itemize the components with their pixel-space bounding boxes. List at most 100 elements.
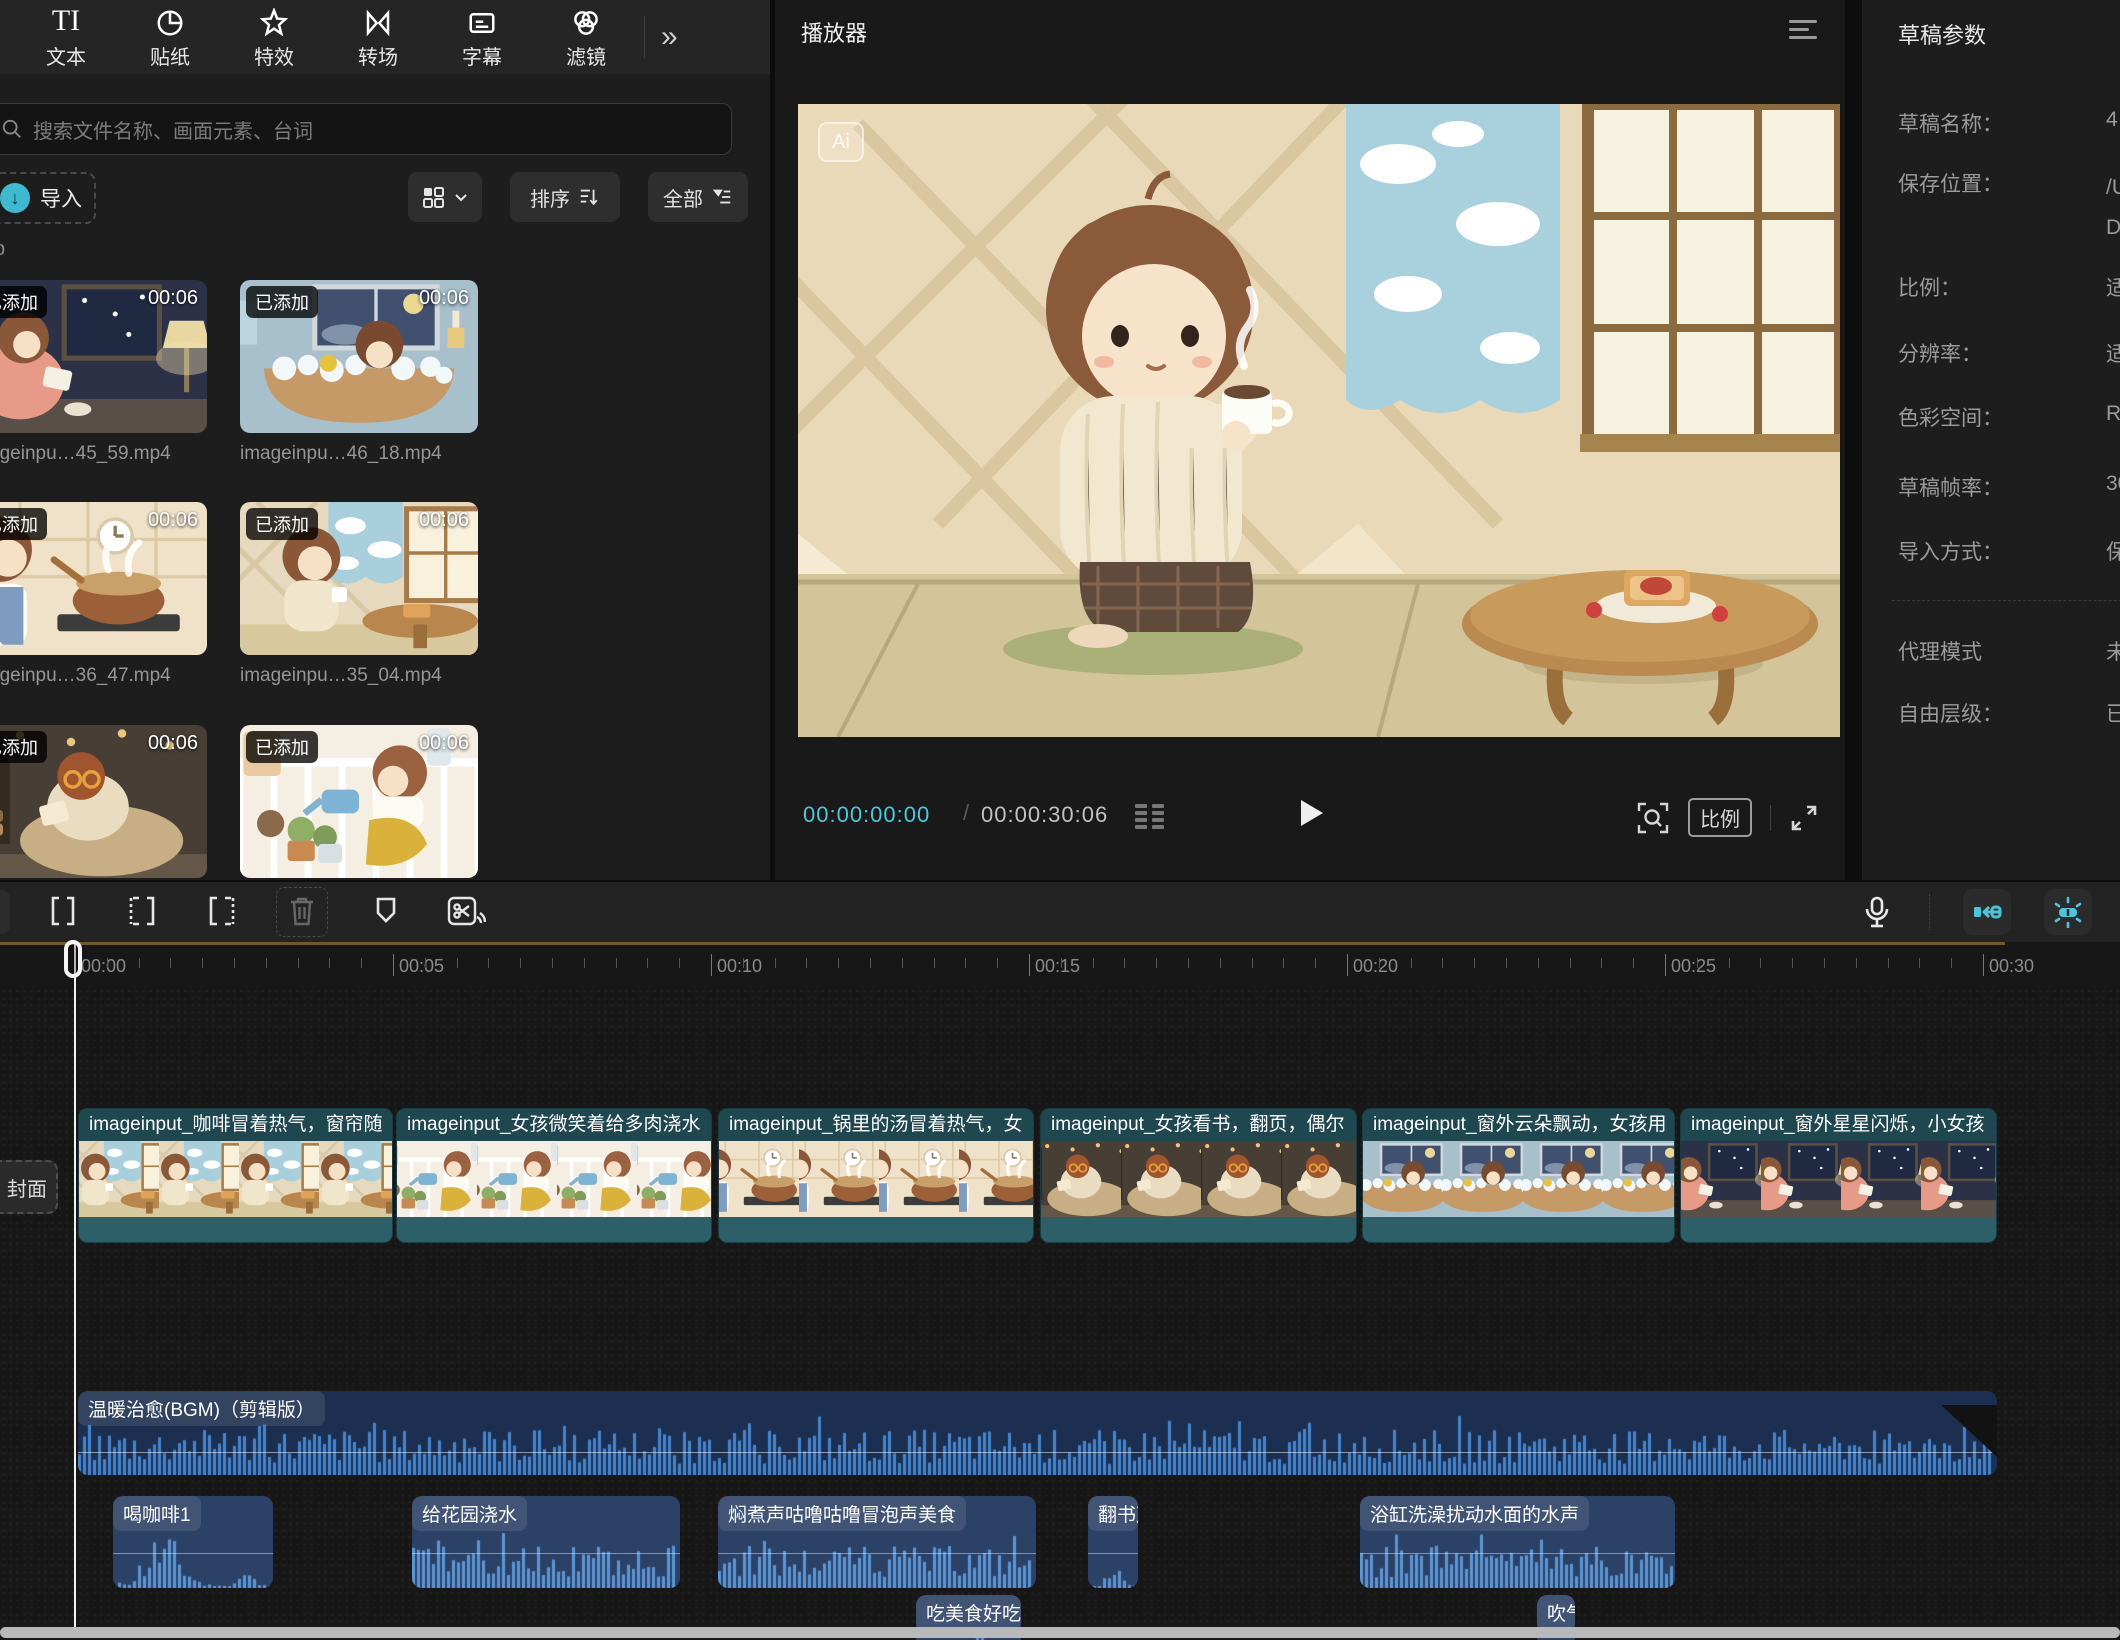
tab-filter[interactable]: 滤镜 bbox=[534, 4, 638, 70]
import-button[interactable]: ↓ 导入 bbox=[0, 172, 96, 224]
param-row: 保存位置：/U D bbox=[1898, 168, 2120, 198]
sfx-audio-clip[interactable]: 给花园浇水 bbox=[412, 1496, 680, 1588]
media-item[interactable]: 已添加 00:06 imageinpu…36_47.mp4 bbox=[0, 502, 207, 687]
fullscreen-icon[interactable] bbox=[1789, 803, 1819, 833]
ruler-minor-tick bbox=[1506, 958, 1507, 968]
delete-trash-icon[interactable] bbox=[288, 895, 316, 927]
fade-out-handle[interactable] bbox=[1941, 1405, 1997, 1457]
timeline-toolbar bbox=[0, 882, 2120, 942]
playhead-handle[interactable] bbox=[64, 940, 82, 978]
media-item[interactable]: 已添加 00:06 imageinpu…46_18.mp4 bbox=[240, 280, 478, 465]
added-badge: 已添加 bbox=[246, 508, 318, 540]
param-row: 代理模式未 bbox=[1898, 636, 2120, 666]
ruler-minor-tick bbox=[266, 958, 267, 968]
tab-text[interactable]: TI 文本 bbox=[14, 4, 118, 70]
clip-frame bbox=[1841, 1141, 1921, 1217]
ruler-minor-tick bbox=[1538, 958, 1539, 968]
split-keep-left-icon[interactable] bbox=[124, 895, 158, 927]
sfx-audio-clip[interactable]: 浴缸洗澡扰动水面的水声 bbox=[1360, 1496, 1675, 1588]
clip-frame bbox=[557, 1141, 637, 1217]
cutoff-button[interactable] bbox=[0, 890, 10, 934]
video-clip[interactable]: imageinput_女孩微笑着给多肉浇水 bbox=[396, 1108, 712, 1243]
ruler-tick bbox=[1347, 954, 1348, 976]
ruler-label: 00:15 bbox=[1035, 956, 1080, 977]
waveform-midline bbox=[718, 1553, 1036, 1554]
auto-snap-toggle[interactable] bbox=[1963, 889, 2011, 935]
clip-frame bbox=[1681, 1141, 1761, 1217]
ruler-minor-tick bbox=[997, 958, 998, 968]
media-actions-row: ↓ 导入 排序 全部 bbox=[0, 172, 770, 224]
param-value: 已 bbox=[2106, 698, 2120, 728]
horizontal-scrollbar[interactable] bbox=[0, 1627, 2120, 1638]
media-thumbnail: 已添加 00:06 bbox=[0, 280, 207, 433]
draft-params-panel: 草稿参数 草稿名称：4 保存位置：/U D 比例：适 分辨率：适 色彩空间：R … bbox=[1862, 0, 2120, 880]
ruler-minor-tick bbox=[1824, 958, 1825, 968]
ruler-label: 00:00 bbox=[81, 956, 126, 977]
ruler-minor-tick bbox=[1283, 958, 1284, 968]
media-item[interactable]: 已添加 00:06 imageinpu…45_59.mp4 bbox=[0, 280, 207, 465]
media-filename: imageinpu…36_47.mp4 bbox=[0, 665, 207, 687]
marker-flag-icon[interactable] bbox=[372, 895, 400, 927]
section-label-partial: p bbox=[0, 238, 5, 261]
param-value: 4 bbox=[2106, 108, 2118, 132]
timeline-panel: 00:0000:0500:1000:1500:2000:2500:30 封面 i… bbox=[0, 882, 2120, 1640]
cover-button[interactable]: 封面 bbox=[0, 1160, 58, 1214]
search-placeholder: 搜索文件名称、画面元素、台词 bbox=[33, 115, 313, 144]
split-keep-right-icon[interactable] bbox=[206, 895, 240, 927]
player-menu-icon[interactable] bbox=[1789, 20, 1817, 44]
tab-transition[interactable]: 转场 bbox=[326, 4, 430, 70]
sfx-audio-clip[interactable]: 焖煮声咕噜咕噜冒泡声美食 bbox=[718, 1496, 1036, 1588]
ruler-minor-tick bbox=[1760, 958, 1761, 968]
sfx-clip-label: 浴缸洗澡扰动水面的水声 bbox=[1360, 1496, 1589, 1531]
param-row: 色彩空间：R bbox=[1898, 402, 2120, 432]
media-item[interactable]: 已添加 00:06 bbox=[0, 725, 207, 878]
frames-grid-icon[interactable] bbox=[1133, 802, 1167, 832]
clip-frame bbox=[1281, 1141, 1356, 1217]
bgm-audio-clip[interactable]: 温暖治愈(BGM)（剪辑版） bbox=[78, 1391, 1997, 1475]
media-thumbnail: 已添加 00:06 bbox=[240, 502, 478, 655]
media-item[interactable]: 已添加 00:06 bbox=[240, 725, 478, 878]
split-icon[interactable] bbox=[48, 895, 78, 927]
added-badge: 已添加 bbox=[0, 508, 47, 540]
ruler-minor-tick bbox=[1093, 958, 1094, 968]
linked-preview-toggle[interactable] bbox=[2044, 889, 2092, 935]
param-row: 分辨率：适 bbox=[1898, 338, 2120, 368]
play-button[interactable] bbox=[1299, 798, 1325, 828]
toolbar-divider bbox=[1929, 894, 1930, 930]
ruler-minor-tick bbox=[934, 958, 935, 968]
video-clip[interactable]: imageinput_咖啡冒着热气，窗帘随 bbox=[78, 1108, 393, 1243]
video-clip[interactable]: imageinput_女孩看书，翻页，偶尔 bbox=[1040, 1108, 1357, 1243]
video-clip[interactable]: imageinput_窗外星星闪烁，小女孩 bbox=[1680, 1108, 1997, 1243]
clip-frame bbox=[959, 1141, 1033, 1217]
tab-captions[interactable]: 字幕 bbox=[430, 4, 534, 70]
ruler-tick bbox=[1665, 954, 1666, 976]
view-mode-button[interactable] bbox=[408, 172, 482, 222]
sfx-audio-clip[interactable]: 翻书声 bbox=[1088, 1496, 1138, 1588]
duration-label: 00:06 bbox=[148, 732, 198, 755]
preview-zoom-icon[interactable] bbox=[1636, 801, 1670, 835]
microphone-icon[interactable] bbox=[1862, 895, 1892, 931]
filter-all-button[interactable]: 全部 bbox=[648, 172, 748, 222]
media-item[interactable]: 已添加 00:06 imageinpu…35_04.mp4 bbox=[240, 502, 478, 687]
ruler-minor-tick bbox=[1156, 958, 1157, 968]
ruler-minor-tick bbox=[1124, 958, 1125, 968]
video-clip[interactable]: imageinput_锅里的汤冒着热气，女 bbox=[718, 1108, 1034, 1243]
ruler-label: 00:30 bbox=[1989, 956, 2034, 977]
timeline-ruler[interactable]: 00:0000:0500:1000:1500:2000:2500:30 bbox=[0, 942, 2120, 988]
param-row: 草稿名称：4 bbox=[1898, 108, 2120, 138]
video-preview[interactable]: Ai bbox=[798, 104, 1840, 737]
tab-sticker[interactable]: 贴纸 bbox=[118, 4, 222, 70]
snap-icon bbox=[1972, 901, 2002, 923]
expand-tabs-chevron-icon[interactable]: » bbox=[661, 22, 678, 52]
toolbar-divider bbox=[644, 16, 645, 58]
sort-button[interactable]: 排序 bbox=[510, 172, 620, 222]
clip-frame bbox=[397, 1141, 477, 1217]
search-input[interactable]: 搜索文件名称、画面元素、台词 bbox=[0, 103, 732, 155]
tab-effects[interactable]: 特效 bbox=[222, 4, 326, 70]
playhead-line[interactable] bbox=[74, 942, 76, 1630]
audio-split-icon[interactable] bbox=[446, 895, 486, 931]
video-clip[interactable]: imageinput_窗外云朵飘动，女孩用 bbox=[1362, 1108, 1675, 1243]
duration-label: 00:06 bbox=[148, 509, 198, 532]
ratio-button[interactable]: 比例 bbox=[1688, 798, 1752, 837]
sfx-audio-clip[interactable]: 喝咖啡1 bbox=[113, 1496, 273, 1588]
